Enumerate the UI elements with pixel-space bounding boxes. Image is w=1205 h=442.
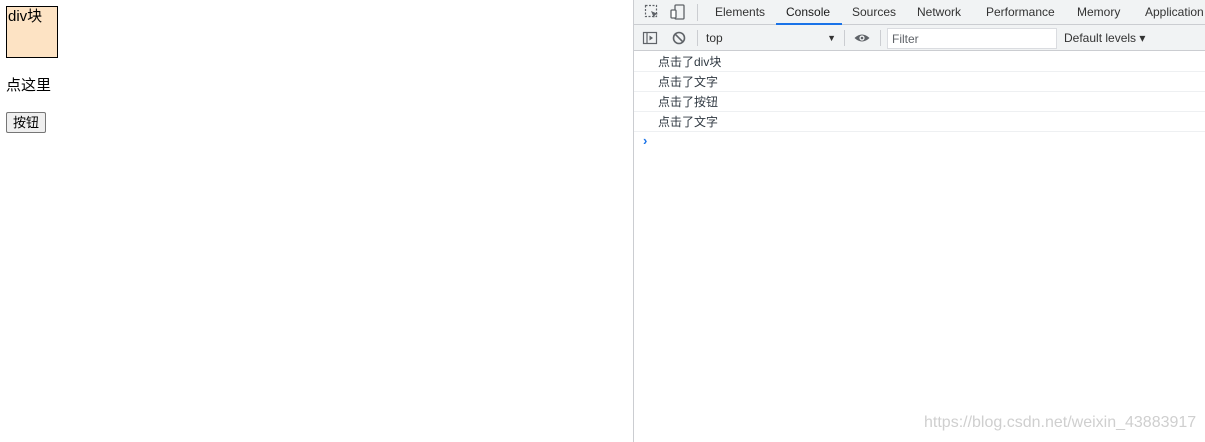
context-selector-value: top: [706, 31, 723, 45]
tab-elements[interactable]: Elements: [715, 0, 765, 24]
tab-network[interactable]: Network: [917, 0, 961, 24]
console-toolbar: top ▼ Default levels ▾: [634, 25, 1205, 51]
filter-input[interactable]: [887, 28, 1057, 49]
toolbar-separator: [844, 30, 845, 46]
tab-application[interactable]: Application: [1145, 0, 1204, 24]
devtools-tabbar: Elements Console Sources Network Perform…: [634, 0, 1205, 25]
toolbar-separator: [880, 30, 881, 46]
watermark: https://blog.csdn.net/weixin_43883917: [924, 414, 1197, 431]
page-viewport: div块 点这里 按钮: [0, 0, 633, 442]
page-button[interactable]: 按钮: [6, 112, 47, 133]
clear-console-icon[interactable]: [670, 29, 688, 47]
toolbar-separator: [697, 30, 698, 46]
devtools-panel: Elements Console Sources Network Perform…: [633, 0, 1205, 442]
console-message: 点击了文字: [634, 112, 1205, 132]
inspect-element-icon[interactable]: [643, 3, 661, 21]
console-message: 点击了按钮: [634, 92, 1205, 112]
log-levels-dropdown[interactable]: Default levels ▾: [1064, 25, 1145, 51]
tab-console[interactable]: Console: [775, 0, 843, 25]
console-message: 点击了文字: [634, 72, 1205, 92]
tab-performance[interactable]: Performance: [986, 0, 1055, 24]
console-output: 点击了div块 点击了文字 点击了按钮 点击了文字 ›: [634, 52, 1205, 152]
tab-sources[interactable]: Sources: [852, 0, 896, 24]
prompt-chevron-icon: ›: [643, 133, 648, 148]
tabbar-separator: [697, 4, 698, 21]
div-block[interactable]: div块: [6, 6, 58, 58]
device-toolbar-icon[interactable]: [669, 3, 687, 21]
console-message: 点击了div块: [634, 52, 1205, 72]
tab-memory[interactable]: Memory: [1077, 0, 1120, 24]
live-expression-eye-icon[interactable]: [853, 29, 871, 47]
click-here-text[interactable]: 点这里: [6, 76, 51, 96]
context-selector[interactable]: top ▼: [706, 25, 838, 51]
console-prompt[interactable]: ›: [634, 132, 1205, 152]
sidebar-toggle-icon[interactable]: [641, 29, 659, 47]
dropdown-arrow-icon: ▼: [827, 33, 836, 43]
